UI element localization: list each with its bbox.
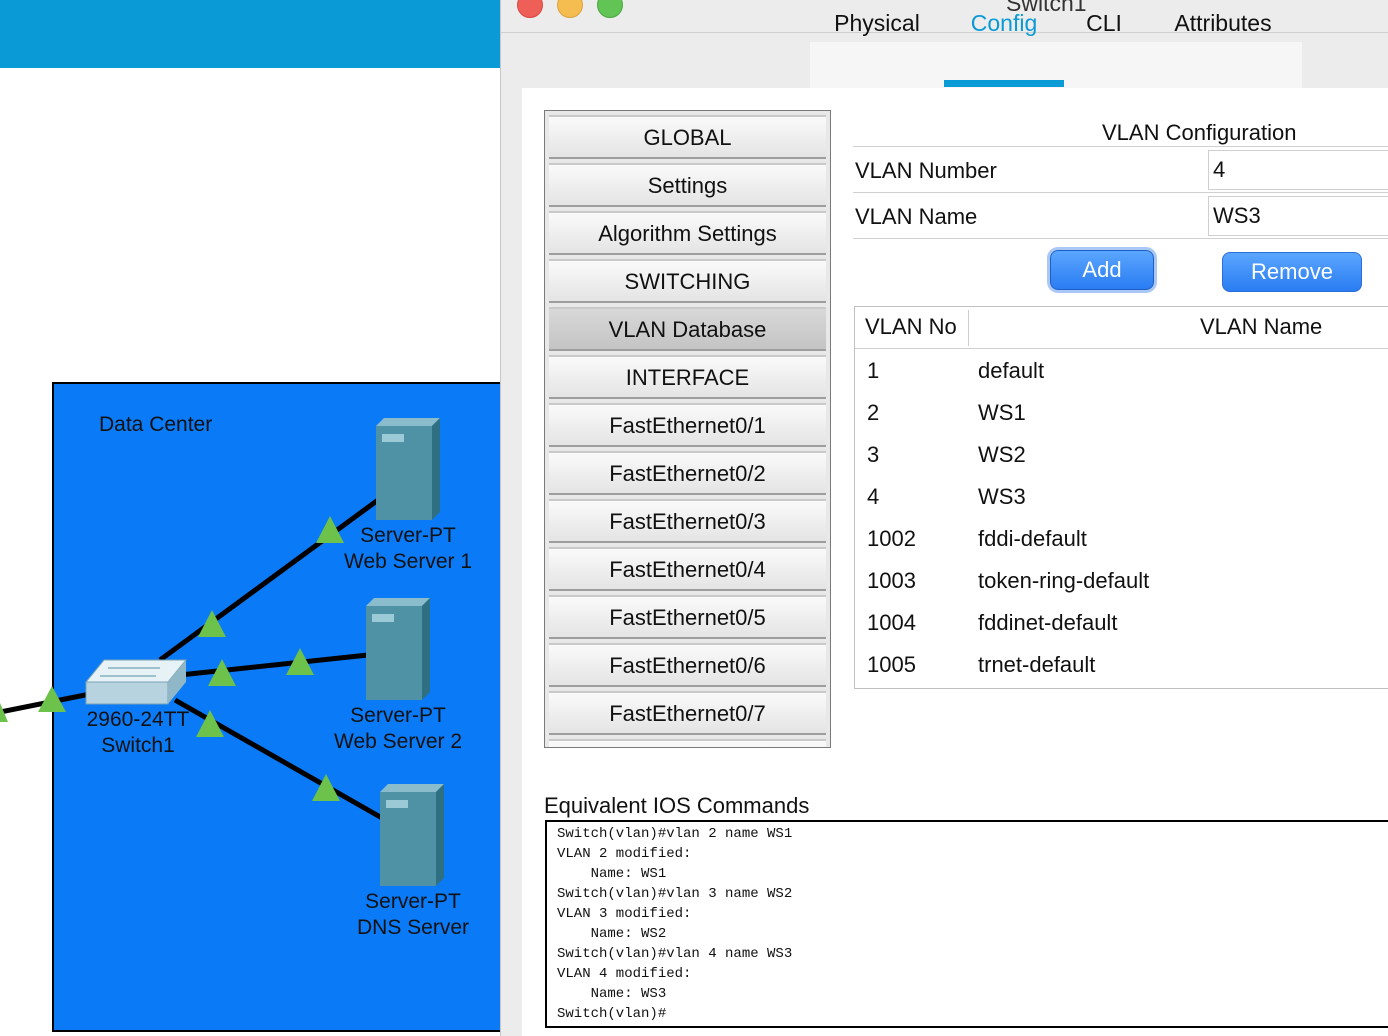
active-tab-indicator xyxy=(944,80,1064,87)
server-name-label: DNS Server xyxy=(356,916,470,939)
nav-settings[interactable]: Settings xyxy=(549,163,826,207)
server-type-label: Server-PT xyxy=(365,890,461,913)
nav-fastethernet0-3[interactable]: FastEthernet0/3 xyxy=(549,499,826,543)
vlan-no-cell: 4 xyxy=(867,484,880,509)
ios-line: VLAN 3 modified: xyxy=(557,906,692,922)
switch-icon[interactable] xyxy=(84,659,188,705)
header-divider xyxy=(855,348,1388,349)
zoom-button[interactable] xyxy=(597,0,623,18)
tab-cli[interactable]: CLI xyxy=(1074,0,1134,46)
server-type-label: Server-PT xyxy=(360,524,456,547)
ios-line: Name: WS2 xyxy=(557,926,667,942)
minimize-button[interactable] xyxy=(557,0,583,18)
server-icon[interactable] xyxy=(376,418,440,520)
nav-fastethernet0-6[interactable]: FastEthernet0/6 xyxy=(549,643,826,687)
vlan-config-title: VLAN Configuration xyxy=(1102,120,1297,145)
vlan-name-cell: trnet-default xyxy=(978,652,1096,677)
vlan-no-cell: 3 xyxy=(867,442,880,467)
divider xyxy=(853,192,1388,193)
vlan-table[interactable] xyxy=(854,306,1388,689)
vlan-no-cell: 1004 xyxy=(867,610,916,635)
nav-fastethernet0-2[interactable]: FastEthernet0/2 xyxy=(549,451,826,495)
ios-line: Switch(vlan)# xyxy=(557,1006,667,1022)
tab-config[interactable]: Config xyxy=(944,0,1064,46)
nav-fastethernet0-5[interactable]: FastEthernet0/5 xyxy=(549,595,826,639)
column-header-vlan-name[interactable]: VLAN Name xyxy=(1200,314,1322,340)
server-icon[interactable] xyxy=(380,784,444,886)
ios-line: Switch(vlan)#vlan 4 name WS3 xyxy=(557,946,793,962)
vlan-name-cell: fddi-default xyxy=(978,526,1087,551)
vlan-number-input[interactable]: 4 xyxy=(1208,150,1388,190)
server-name-label: Web Server 2 xyxy=(334,730,462,753)
server-label-dns-server[interactable]: Server-PT DNS Server xyxy=(333,889,493,941)
add-vlan-button[interactable]: Add xyxy=(1050,250,1154,290)
ios-line: Name: WS3 xyxy=(557,986,667,1002)
server-name-label: Web Server 1 xyxy=(344,550,472,573)
ios-line: Name: WS1 xyxy=(557,866,667,882)
nav-fastethernet0-4[interactable]: FastEthernet0/4 xyxy=(549,547,826,591)
vlan-no-cell: 2 xyxy=(867,400,880,425)
nav-fastethernet0-7[interactable]: FastEthernet0/7 xyxy=(549,691,826,735)
server-icon[interactable] xyxy=(366,598,430,700)
ios-line: VLAN 4 modified: xyxy=(557,966,692,982)
ios-line: Switch(vlan)#vlan 2 name WS1 xyxy=(557,826,793,842)
vlan-name-label: VLAN Name xyxy=(855,204,978,229)
nav-interface-header[interactable]: INTERFACE xyxy=(549,355,826,399)
vlan-no-cell: 1003 xyxy=(867,568,916,593)
vlan-number-label: VLAN Number xyxy=(855,158,997,183)
nav-algorithm-settings[interactable]: Algorithm Settings xyxy=(549,211,826,255)
ios-commands-title: Equivalent IOS Commands xyxy=(544,793,810,818)
close-button[interactable] xyxy=(517,0,543,18)
nav-switching-header[interactable]: SWITCHING xyxy=(549,259,826,303)
nav-global-header[interactable]: GLOBAL xyxy=(549,115,826,159)
vlan-name-input[interactable]: WS3 xyxy=(1208,196,1388,236)
divider xyxy=(853,238,1388,239)
vlan-no-cell: 1005 xyxy=(867,652,916,677)
ios-line: VLAN 2 modified: xyxy=(557,846,692,862)
nav-item-partial[interactable] xyxy=(549,739,826,747)
server-label-web-server-1[interactable]: Server-PT Web Server 1 xyxy=(328,523,488,575)
tab-physical[interactable]: Physical xyxy=(826,0,928,46)
vlan-name-cell: token-ring-default xyxy=(978,568,1150,593)
divider xyxy=(853,146,1388,147)
nav-fastethernet0-1[interactable]: FastEthernet0/1 xyxy=(549,403,826,447)
column-header-vlan-no[interactable]: VLAN No xyxy=(865,314,957,340)
config-nav-list[interactable]: GLOBAL Settings Algorithm Settings SWITC… xyxy=(544,110,831,748)
nav-vlan-database[interactable]: VLAN Database xyxy=(549,307,826,351)
ios-line: Switch(vlan)#vlan 3 name WS2 xyxy=(557,886,793,902)
vlan-no-cell: 1002 xyxy=(867,526,916,551)
vlan-name-cell: WS1 xyxy=(978,400,1026,425)
area-label: Data Center xyxy=(99,413,213,436)
vlan-name-cell: default xyxy=(978,358,1045,383)
topology-canvas xyxy=(0,418,444,886)
switch-name-label: Switch1 xyxy=(101,734,175,757)
switch-model-label: 2960-24TT xyxy=(86,708,190,731)
link-web-server-2[interactable] xyxy=(179,652,369,678)
vlan-name-cell: WS2 xyxy=(978,442,1026,467)
vlan-no-cell: 1 xyxy=(867,358,880,383)
server-type-label: Server-PT xyxy=(350,704,446,727)
vlan-name-cell: fddinet-default xyxy=(978,610,1118,635)
vlan-name-cell: WS3 xyxy=(978,484,1026,509)
tab-attributes[interactable]: Attributes xyxy=(1150,0,1296,46)
remove-vlan-button[interactable]: Remove xyxy=(1222,252,1362,292)
ios-commands-output[interactable]: Switch(vlan)#vlan 2 name WS1 VLAN 2 modi… xyxy=(545,820,1388,1028)
server-label-web-server-2[interactable]: Server-PT Web Server 2 xyxy=(318,703,478,755)
column-separator xyxy=(968,310,969,346)
switch-label[interactable]: 2960-24TT Switch1 xyxy=(58,707,218,759)
